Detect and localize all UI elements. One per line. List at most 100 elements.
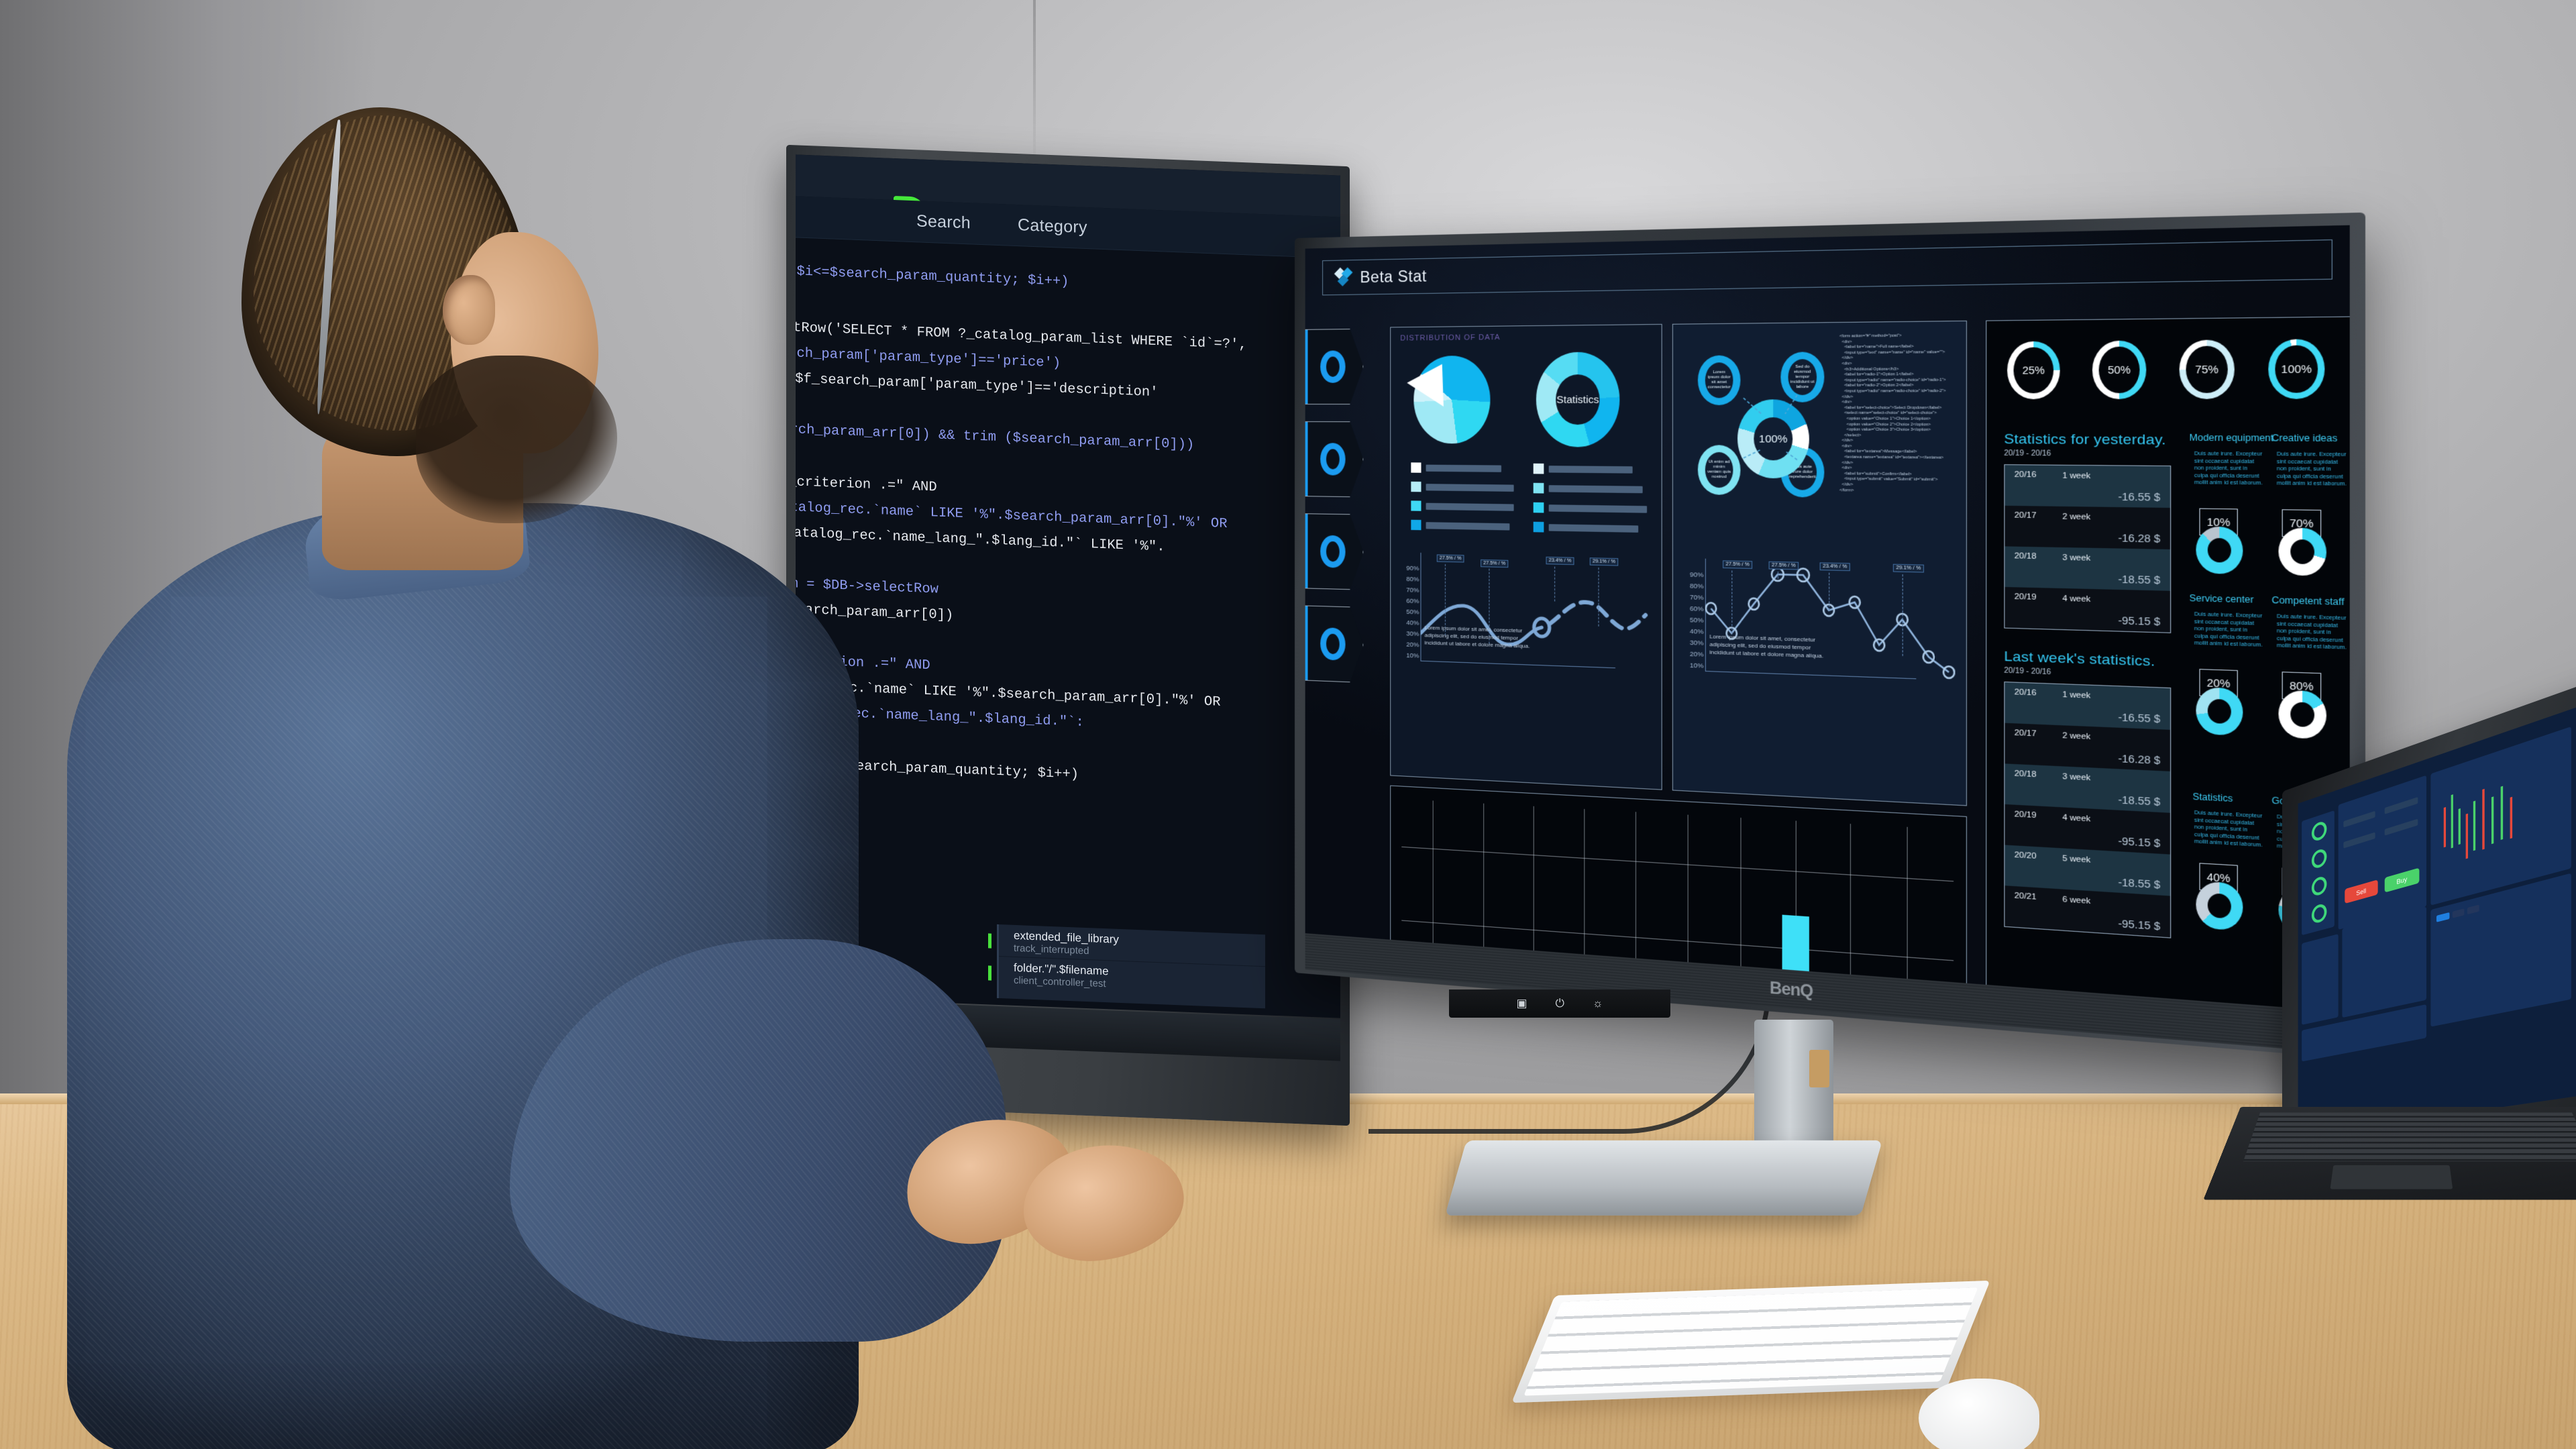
dashboard-sidebar[interactable] [1305, 329, 1364, 700]
legend-swatch [1411, 481, 1421, 492]
autocomplete-popup[interactable]: extended_file_library track_interrupted … [988, 924, 1265, 1018]
keyboard[interactable] [1511, 1280, 1990, 1403]
row-week: 6 week [2062, 895, 2091, 906]
form-field[interactable] [2384, 818, 2418, 836]
legend-right [1533, 463, 1648, 543]
status-tick-icon [988, 965, 991, 981]
table-row[interactable]: 20/16 1 week -16.55 $ [2004, 682, 2171, 730]
y-tick: 70% [1406, 586, 1419, 594]
panel-a-title: DISTRIBUTION OF DATA [1400, 333, 1501, 343]
table-row[interactable]: 20/16 1 week -16.55 $ [2004, 465, 2171, 508]
tab-search[interactable]: Search [916, 211, 971, 233]
y-tick: 50% [1406, 608, 1419, 616]
form-field[interactable] [2343, 832, 2375, 849]
legend-item [1411, 519, 1513, 532]
progress-ring-75: 75% [2179, 339, 2235, 399]
candle [2500, 786, 2504, 841]
progress-ring-50: 50% [2092, 340, 2147, 400]
panel-network[interactable]: Lorem ipsum dolor sit amet consectetur S… [1672, 320, 1968, 806]
row-amount: -16.28 $ [2118, 531, 2161, 545]
person-beard [416, 356, 617, 523]
person-ear [443, 275, 495, 345]
laptop-trackpad[interactable] [2330, 1165, 2453, 1189]
sidebar-item-3[interactable] [1305, 513, 1364, 590]
gauge-04 [2311, 902, 2327, 925]
chart-caption: Lorem ipsum dolor sit amet, consectetur … [1424, 624, 1530, 649]
tab-category[interactable]: Category [1018, 215, 1087, 237]
row-amount: -18.55 $ [2118, 876, 2161, 891]
donut-label: Statistics [1556, 393, 1599, 406]
sidebar-item-1[interactable] [1305, 329, 1364, 405]
laptop-gauges-panel[interactable] [2302, 810, 2334, 936]
legend-swatch [1533, 502, 1544, 513]
person [40, 74, 1190, 1449]
row-date: 20/19 [2014, 810, 2037, 820]
row-date: 20/17 [2014, 729, 2037, 739]
mouse[interactable] [1919, 1379, 2039, 1449]
dashboard-topbar: Beta Stat [1322, 239, 2332, 296]
laptop-orderbook-left[interactable] [2302, 934, 2339, 1025]
row-date: 20/16 [2014, 470, 2037, 480]
row-amount: -16.28 $ [2118, 752, 2161, 767]
legend-label [1548, 504, 1648, 513]
ring-value: 50% [2107, 364, 2131, 376]
ring-value: 100% [2281, 362, 2312, 376]
line-series-a [1420, 553, 1651, 670]
table-row[interactable]: 20/17 2 week -16.28 $ [2004, 722, 2171, 771]
y-tick: 20% [1406, 641, 1419, 649]
table-row[interactable]: 20/18 3 week -18.55 $ [2004, 546, 2171, 591]
row-amount: -95.15 $ [2118, 614, 2161, 628]
power-icon[interactable]: ⏻ [1556, 997, 1564, 1010]
legend-label [1548, 523, 1639, 533]
input-icon[interactable]: ▣ [1516, 997, 1527, 1010]
lastweek-table[interactable]: 20/16 1 week -16.55 $ 20/17 2 week -16.2… [2004, 681, 2171, 938]
sidebar-item-4[interactable] [1305, 605, 1364, 683]
annotation-flag: 23.4% / % [1546, 556, 1574, 566]
kpi-body: Duis aute irure. Excepteur sint occaecat… [2194, 612, 2263, 649]
y-tick: 40% [1406, 619, 1419, 627]
kpi-title-modern-equipment: Modern equipment [2189, 432, 2273, 443]
annotation-flag: 27.5% / % [1481, 559, 1509, 568]
candle [2491, 796, 2494, 845]
sell-button[interactable]: Sell [2345, 879, 2378, 904]
asset-tab-btc[interactable] [2467, 904, 2479, 915]
row-week: 2 week [2062, 731, 2091, 742]
annotation-line [1598, 568, 1599, 627]
row-week: 4 week [2062, 594, 2091, 604]
benq-logo: BenQ [1770, 977, 1813, 1000]
annotation-flag: 29.1% / % [1589, 557, 1619, 566]
settings-icon[interactable]: ☼ [1593, 997, 1603, 1010]
monitor-control-panel[interactable]: ▣ ⏻ ☼ [1449, 989, 1670, 1018]
annotation-line [1731, 570, 1733, 634]
form-field[interactable] [2343, 810, 2375, 828]
form-field[interactable] [2384, 797, 2418, 814]
buy-button[interactable]: Buy [2384, 867, 2420, 893]
kpi-title-statistics: Statistics [2192, 791, 2233, 804]
legend-item [1533, 463, 1647, 475]
legend-item [1411, 500, 1514, 513]
panel-distribution[interactable]: DISTRIBUTION OF DATA Statistics 90% 80% … [1390, 323, 1662, 790]
y-tick: 60% [1689, 604, 1704, 614]
dashboard-monitor: Beta Stat DISTRIBUTION OF DATA Statistic… [1295, 212, 2366, 1060]
row-date: 20/18 [2014, 769, 2037, 780]
keyboard-keys[interactable] [1523, 1287, 1978, 1396]
table-row[interactable]: 20/17 2 week -16.28 $ [2004, 505, 2171, 549]
laptop-order-form[interactable]: Sell Buy [2338, 775, 2427, 930]
progress-ring-25: 25% [2007, 341, 2060, 400]
legend-label [1426, 502, 1514, 511]
monitor-neck-accent [1809, 1050, 1829, 1087]
legend-swatch [1533, 521, 1544, 533]
kpi-title-creative-ideas: Creative ideas [2271, 432, 2338, 444]
annotation-flag: 23.4% / % [1819, 562, 1850, 572]
table-row[interactable]: 20/19 4 week -95.15 $ [2004, 587, 2171, 633]
dashboard-screen[interactable]: Beta Stat DISTRIBUTION OF DATA Statistic… [1305, 225, 2350, 1012]
kpi-title-service-center: Service center [2189, 592, 2254, 605]
line-chart-a: 90% 80% 70% 60% 50% 40% 30% 20% 10% 27.5… [1400, 552, 1651, 684]
asset-tab-eth[interactable] [2452, 908, 2465, 918]
yesterday-table[interactable]: 20/16 1 week -16.55 $ 20/17 2 week -16.2… [2004, 464, 2171, 633]
asset-tab-usd[interactable] [2436, 912, 2450, 922]
annotation-flag: 29.1% / % [1892, 564, 1924, 573]
sidebar-item-2[interactable] [1305, 421, 1364, 497]
ring-value: 25% [2022, 364, 2045, 376]
y-tick: 90% [1406, 564, 1419, 573]
